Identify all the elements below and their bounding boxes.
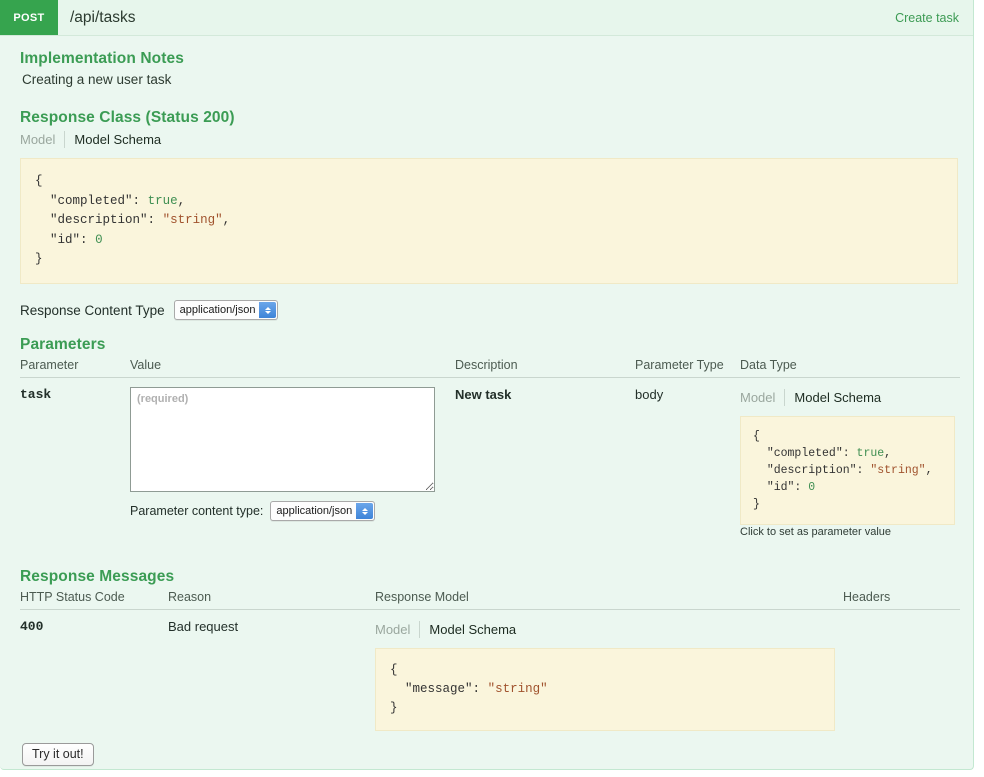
response-model-schema-box[interactable]: { "message": "string" }: [375, 648, 835, 723]
response-content-type-select[interactable]: application/json: [174, 300, 279, 320]
parameter-data-type-cell: Model Model Schema { "completed": true, …: [740, 378, 960, 543]
operation-path[interactable]: /api/tasks: [58, 0, 135, 35]
data-type-hint: Click to set as parameter value: [740, 526, 960, 538]
response-class-schema: { "completed": true, "description": "str…: [20, 158, 958, 284]
try-it-out-button[interactable]: Try it out!: [22, 743, 94, 766]
data-type-schema: { "completed": true, "description": "str…: [740, 416, 955, 525]
tab-model-schema[interactable]: Model Schema: [785, 389, 881, 406]
response-messages-table: HTTP Status Code Reason Response Model H…: [20, 590, 960, 727]
tab-model[interactable]: Model: [740, 389, 784, 406]
response-content-type-label: Response Content Type: [20, 303, 165, 318]
response-content-type-value: application/json: [180, 304, 256, 316]
response-class-model-tabs: Model Model Schema: [20, 131, 959, 148]
th-value: Value: [130, 358, 455, 378]
data-type-schema-box[interactable]: { "completed": true, "description": "str…: [740, 416, 955, 519]
parameters-heading: Parameters: [20, 336, 959, 354]
parameter-type: body: [635, 378, 740, 543]
parameter-content-type-value: application/json: [276, 505, 352, 517]
parameter-value-input[interactable]: [130, 387, 435, 492]
tab-model-schema[interactable]: Model Schema: [65, 131, 161, 148]
response-messages-heading: Response Messages: [20, 568, 959, 586]
response-model-cell: Model Model Schema { "message": "string"…: [375, 610, 843, 728]
operation-summary-link[interactable]: Create task: [895, 0, 973, 35]
http-method-badge: POST: [0, 0, 58, 35]
operation-heading[interactable]: POST /api/tasks Create task: [0, 0, 973, 36]
tab-model[interactable]: Model: [20, 131, 64, 148]
response-class-heading: Response Class (Status 200): [20, 109, 959, 127]
operation-panel: POST /api/tasks Create task Implementati…: [0, 0, 974, 770]
parameter-content-type-label: Parameter content type:: [130, 504, 263, 518]
th-http-status-code: HTTP Status Code: [20, 590, 168, 610]
parameters-table-header-row: Parameter Value Description Parameter Ty…: [20, 358, 960, 378]
parameter-description: New task: [455, 378, 635, 543]
parameter-content-type-row: Parameter content type: application/json: [130, 501, 455, 521]
response-model-tabs: Model Model Schema: [375, 621, 843, 638]
operation-body: Implementation Notes Creating a new user…: [0, 36, 973, 766]
data-type-model-tabs: Model Model Schema: [740, 389, 960, 406]
response-reason: Bad request: [168, 610, 375, 728]
th-parameter-type: Parameter Type: [635, 358, 740, 378]
parameter-content-type-select[interactable]: application/json: [270, 501, 375, 521]
parameter-value-cell: Parameter content type: application/json: [130, 378, 455, 543]
th-response-model: Response Model: [375, 590, 843, 610]
chevron-updown-icon[interactable]: [356, 503, 373, 519]
th-description: Description: [455, 358, 635, 378]
th-data-type: Data Type: [740, 358, 960, 378]
response-status-code: 400: [20, 610, 168, 728]
response-content-type-row: Response Content Type application/json: [20, 300, 959, 320]
implementation-notes-heading: Implementation Notes: [20, 50, 959, 68]
response-class-schema-box[interactable]: { "completed": true, "description": "str…: [20, 158, 958, 278]
th-reason: Reason: [168, 590, 375, 610]
implementation-notes-text: Creating a new user task: [22, 72, 959, 87]
table-row: 400 Bad request Model Model Schema { "me…: [20, 610, 960, 728]
parameter-name: task: [20, 378, 130, 543]
th-headers: Headers: [843, 590, 960, 610]
tab-model-schema[interactable]: Model Schema: [420, 621, 516, 638]
response-messages-header-row: HTTP Status Code Reason Response Model H…: [20, 590, 960, 610]
response-headers: [843, 610, 960, 728]
table-row: task Parameter content type: application…: [20, 378, 960, 543]
th-parameter: Parameter: [20, 358, 130, 378]
response-model-schema: { "message": "string" }: [375, 648, 835, 731]
chevron-updown-icon[interactable]: [259, 302, 276, 318]
parameters-table: Parameter Value Description Parameter Ty…: [20, 358, 960, 542]
tab-model[interactable]: Model: [375, 621, 419, 638]
